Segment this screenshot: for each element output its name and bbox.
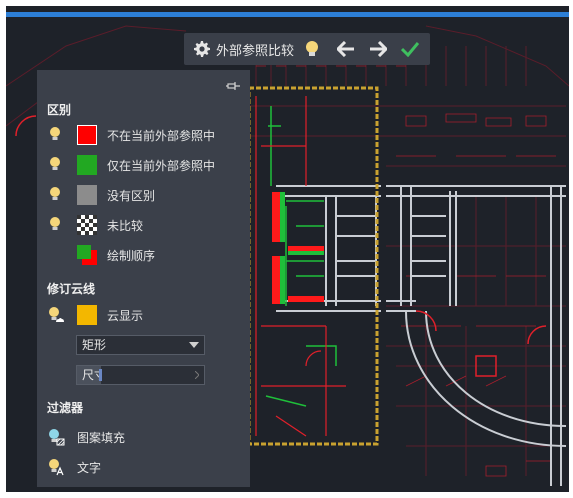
differences-section-title: 区别 [47,103,72,117]
toolbar-title: 外部参照比较 [216,43,295,59]
slider-handle[interactable] [99,369,102,381]
gear-icon[interactable] [190,37,214,61]
drawing-canvas[interactable]: 外部参照比较 区别 不在当前外部参照中 仅在当前外部参照中 没有区别 未比较 绘… [6,6,569,492]
lightbulb-text-icon[interactable] [47,458,64,476]
lightbulb-cloud-icon[interactable] [47,306,64,324]
filter-hatch-label: 图案填充 [77,430,126,445]
diff-label: 未比较 [107,218,144,233]
lightbulb-icon[interactable] [47,126,63,144]
lightbulb-icon[interactable] [300,37,324,61]
diff-label: 仅在当前外部参照中 [107,158,216,173]
checkered-swatch-icon[interactable] [77,215,97,235]
diff-label: 绘制顺序 [107,248,156,263]
gray-color-swatch[interactable] [77,185,97,205]
arrow-right-icon[interactable] [366,37,390,61]
green-color-swatch[interactable] [77,155,97,175]
lightbulb-hatch-icon[interactable] [47,428,65,446]
cloud-shape-value: 矩形 [82,338,107,352]
lightbulb-icon[interactable] [47,186,63,204]
chevron-right-icon [195,371,199,379]
xref-compare-toolbar: 外部参照比较 [184,33,430,65]
lightbulb-icon[interactable] [47,156,63,174]
diff-label: 没有区别 [107,188,156,203]
xref-compare-panel: 区别 不在当前外部参照中 仅在当前外部参照中 没有区别 未比较 绘制顺序 修订云… [37,70,250,487]
lightbulb-icon[interactable] [47,216,63,234]
draw-order-swatch-icon[interactable] [77,245,97,265]
cloud-display-label: 云显示 [107,308,144,323]
arrow-left-icon[interactable] [334,37,358,61]
diff-label: 不在当前外部参照中 [107,128,216,143]
cloud-shape-dropdown[interactable]: 矩形 [76,335,205,355]
checkmark-icon[interactable] [398,37,422,61]
filter-section-title: 过滤器 [47,401,84,415]
chevron-down-icon [189,342,199,348]
cloud-size-slider[interactable]: 尺寸 [76,365,205,385]
filter-text-label: 文字 [77,460,102,475]
yellow-color-swatch[interactable] [77,305,97,325]
revision-cloud-section-title: 修订云线 [47,282,96,296]
red-color-swatch[interactable] [77,125,97,145]
pin-icon[interactable] [226,76,240,95]
